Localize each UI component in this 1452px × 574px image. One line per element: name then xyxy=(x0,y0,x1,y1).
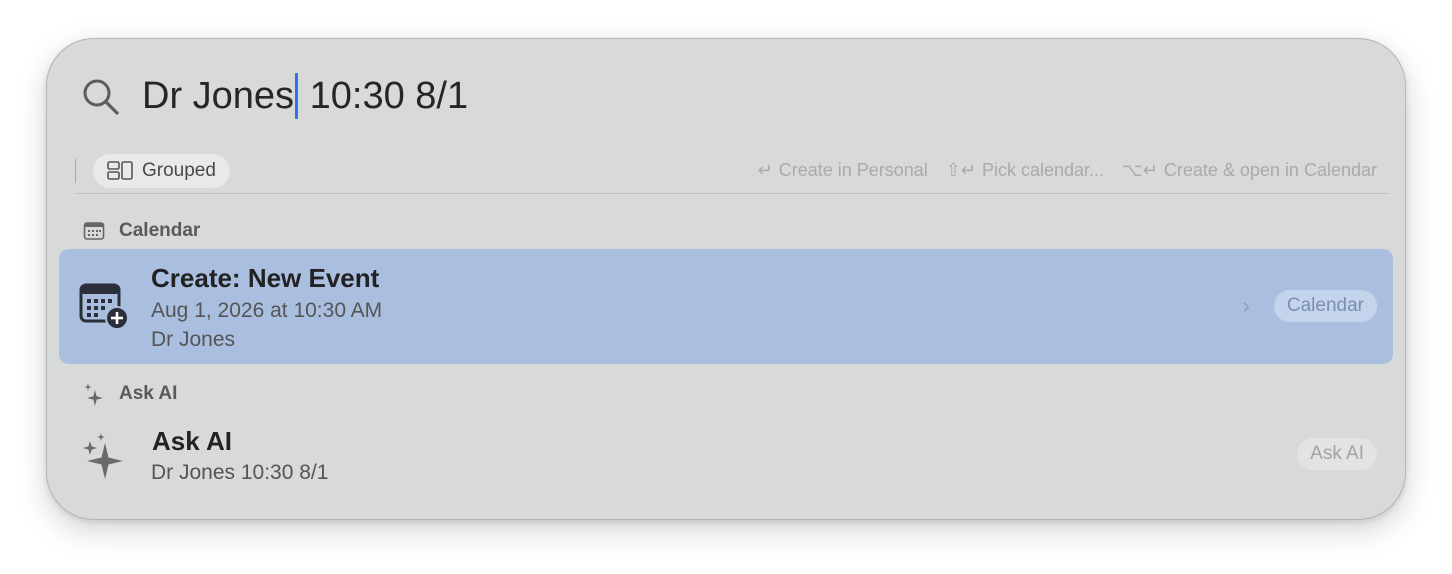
launcher-panel: Dr Jones 10:30 8/1 Grouped ↵ Create in Pe… xyxy=(46,38,1406,520)
badge-ask-ai: Ask AI xyxy=(1297,438,1377,470)
sparkles-icon xyxy=(84,383,103,406)
item-title: Ask AI xyxy=(152,426,232,456)
section-header-label: Calendar xyxy=(119,220,201,241)
section-header-calendar: Calendar xyxy=(83,220,200,242)
calendar-icon xyxy=(83,222,105,240)
item-title: Create: New Event xyxy=(151,263,380,293)
hint-keys: ↵ xyxy=(757,160,773,180)
list-item-create-event[interactable]: Create: New Event Aug 1, 2026 at 10:30 A… xyxy=(59,249,1393,364)
search-query-before-caret: Dr Jones xyxy=(142,75,295,117)
badge-calendar: Calendar xyxy=(1273,290,1377,322)
section-header-label: Ask AI xyxy=(119,383,178,404)
text-caret xyxy=(295,73,299,119)
item-subtitle-name: Dr Jones xyxy=(151,328,236,351)
search-input[interactable]: Dr Jones 10:30 8/1 xyxy=(142,71,468,121)
hint-label: Create in Personal xyxy=(778,160,928,180)
hint-label: Create & open in Calendar xyxy=(1163,160,1377,180)
search-bar: Dr Jones 10:30 8/1 xyxy=(47,39,1405,151)
layout-grouped-icon xyxy=(107,161,133,180)
search-icon xyxy=(83,79,119,115)
calendar-add-icon xyxy=(79,283,129,330)
grouped-toggle-button[interactable]: Grouped xyxy=(93,154,230,188)
item-subtitle: Dr Jones 10:30 8/1 xyxy=(151,461,329,484)
hint-keys: ⌥↵ xyxy=(1122,160,1158,180)
hint-create-open[interactable]: ⌥↵ Create & open in Calendar xyxy=(1122,160,1377,181)
chevron-right-icon: › xyxy=(1242,293,1250,318)
search-query-after-caret: 10:30 8/1 xyxy=(299,75,469,117)
section-header-ask-ai: Ask AI xyxy=(83,382,177,406)
shortcut-hints: ↵ Create in Personal ⇧↵ Pick calendar... ⌥… xyxy=(758,160,1377,181)
list-item-ask-ai[interactable]: Ask AI Dr Jones 10:30 8/1 Ask AI xyxy=(59,411,1393,521)
hint-pick-calendar[interactable]: ⇧↵ Pick calendar... xyxy=(946,160,1104,181)
hint-create-personal[interactable]: ↵ Create in Personal xyxy=(758,160,928,181)
separator xyxy=(75,193,1389,194)
sparkles-icon xyxy=(83,433,123,479)
hint-keys: ⇧↵ xyxy=(945,160,976,180)
hint-label: Pick calendar... xyxy=(981,160,1105,180)
item-subtitle-datetime: Aug 1, 2026 at 10:30 AM xyxy=(151,299,383,322)
filter-bar: Grouped ↵ Create in Personal ⇧↵ Pick calen… xyxy=(47,151,1405,195)
divider xyxy=(75,159,76,183)
grouped-label: Grouped xyxy=(142,160,216,181)
